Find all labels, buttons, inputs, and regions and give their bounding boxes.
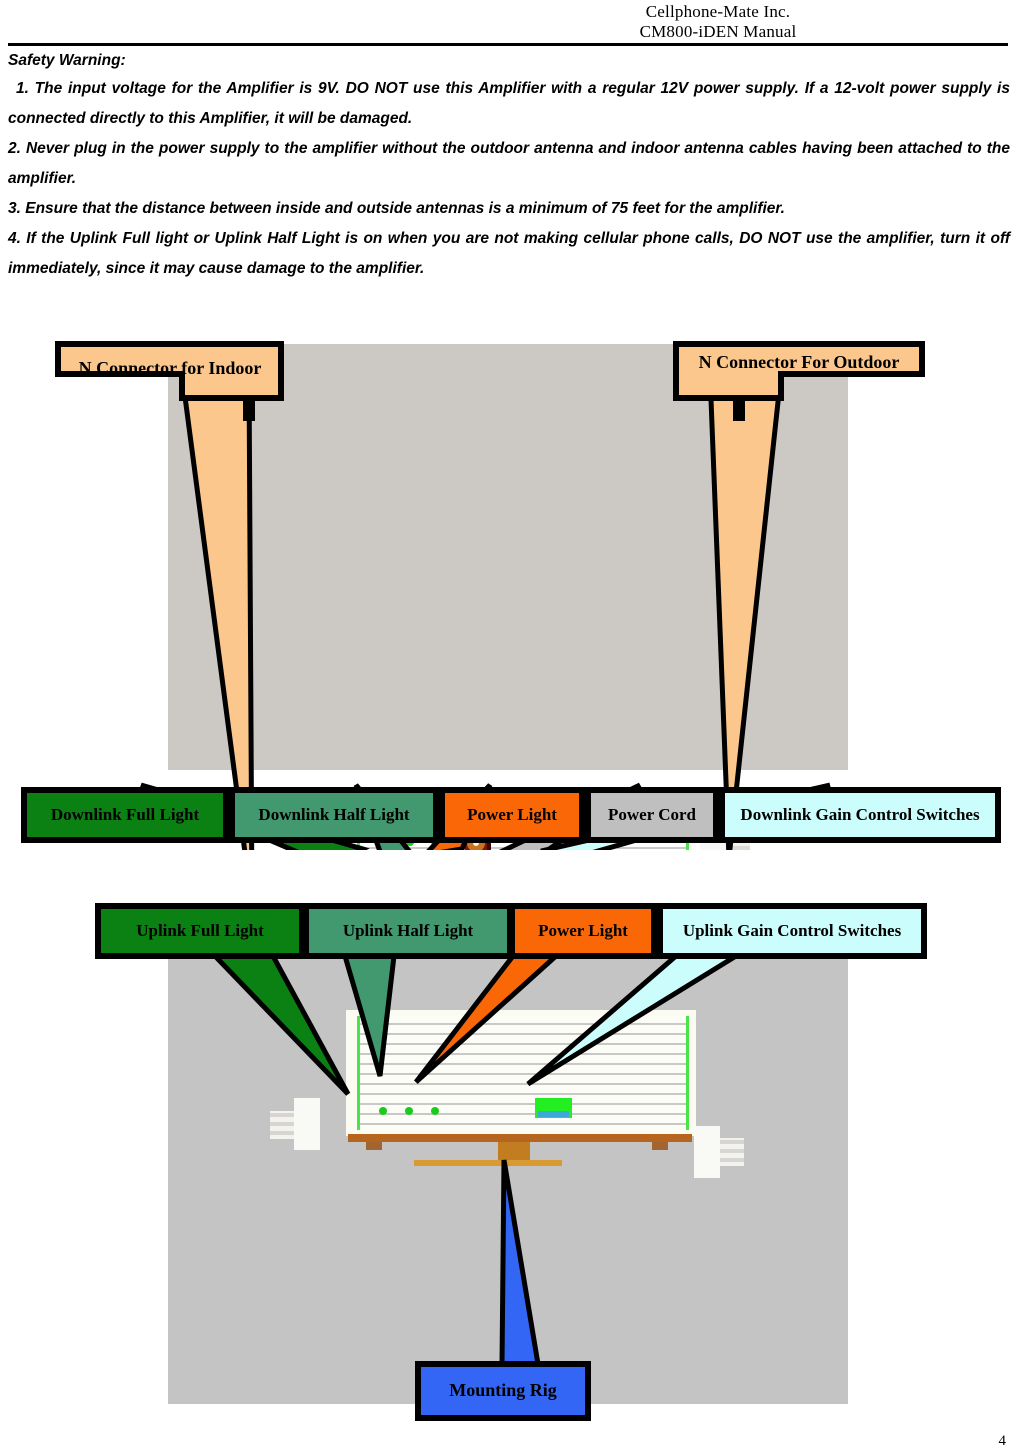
callout-power-light-uplink-label: Power Light [538,921,628,940]
callout-uplink-full-light[interactable]: Uplink Full Light [95,903,305,959]
page-number: 4 [998,1433,1007,1449]
callout-power-light-downlink-label: Power Light [467,805,557,824]
safety-warning-item-4: 4. If the Uplink Full light or Uplink Ha… [8,230,1010,277]
page-header: Cellphone-Mate Inc. CM800-iDEN Manual [0,0,1016,42]
callout-power-cord-label: Power Cord [608,805,697,824]
callout-power-light-uplink[interactable]: Power Light [509,903,657,959]
led-full-light [379,1107,387,1115]
callout-downlink-half-light[interactable]: Downlink Half Light [229,787,439,843]
callout-uplink-full-light-label: Uplink Full Light [136,921,264,940]
callout-uplink-gain-switches-label: Uplink Gain Control Switches [683,921,902,940]
callout-downlink-gain-switches-label: Downlink Gain Control Switches [740,805,980,824]
safety-warning-item-1: 1. The input voltage for the Amplifier i… [8,80,1010,127]
header-divider [8,43,1008,46]
header-company: Cellphone-Mate Inc. [645,2,791,21]
callout-uplink-half-light-label: Uplink Half Light [343,921,474,940]
led-power-light [431,1107,439,1115]
callout-downlink-gain-switches[interactable]: Downlink Gain Control Switches [719,787,1001,843]
callout-downlink-half-light-label: Downlink Half Light [258,805,409,824]
callout-n-connector-outdoor-label: N Connector For Outdoor [699,352,900,372]
callout-mounting-rig[interactable]: Mounting Rig [415,1361,591,1421]
header-manual: CM800-iDEN Manual [639,22,797,41]
callout-downlink-full-light-label: Downlink Full Light [51,805,200,824]
callout-n-connector-indoor-label: N Connector for Indoor [79,358,262,378]
callout-uplink-gain-switches[interactable]: Uplink Gain Control Switches [657,903,927,959]
gain-control-switch-block [535,1098,572,1118]
amplifier-left-rail [357,1016,360,1130]
figure-uplink-amplifier: Uplink Full Light Uplink Half Light Powe… [0,898,1016,1456]
callout-downlink-full-light[interactable]: Downlink Full Light [21,787,229,843]
callout-mounting-rig-label: Mounting Rig [449,1380,557,1400]
safety-warning-item-3: 3. Ensure that the distance between insi… [8,200,785,217]
callout-uplink-half-light[interactable]: Uplink Half Light [303,903,513,959]
safety-warning-title: Safety Warning: [8,52,126,69]
figure-downlink-amplifier: N Connector for Indoor N Connector For O… [0,330,1016,850]
safety-warning-section: Safety Warning: 1. The input voltage for… [8,48,1010,284]
amplifier-right-rail [686,1016,689,1130]
callout-power-cord[interactable]: Power Cord [585,787,719,843]
safety-warning-item-2: 2. Never plug in the power supply to the… [8,140,1010,187]
callout-power-light-downlink[interactable]: Power Light [439,787,585,843]
led-half-light [405,1107,413,1115]
